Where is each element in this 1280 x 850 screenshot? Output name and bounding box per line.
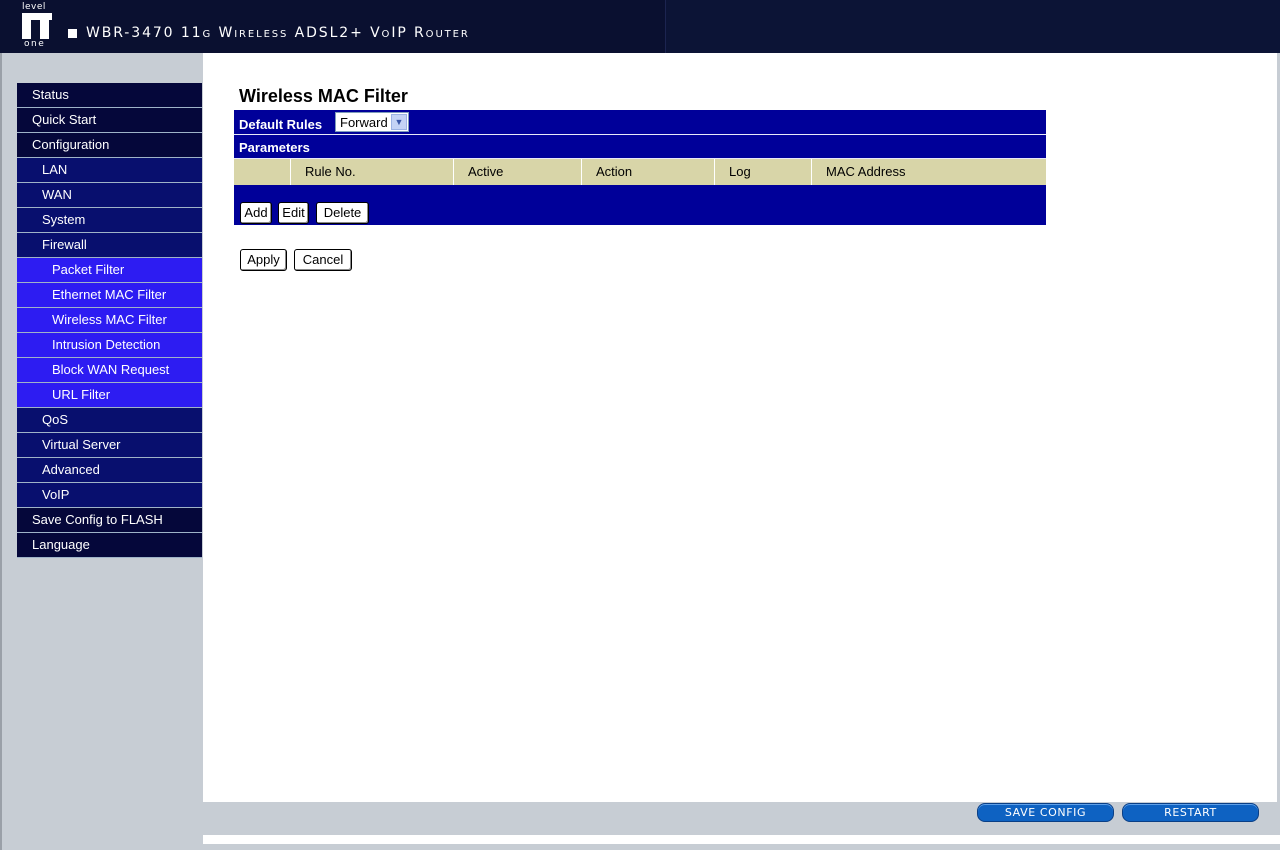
sidebar-item-block-wan-request[interactable]: Block WAN Request — [17, 358, 202, 383]
column-rule-no: Rule No. — [290, 159, 453, 185]
delete-button[interactable]: Delete — [316, 202, 369, 224]
sidebar-item-save-config-to-flash[interactable]: Save Config to FLASH — [17, 508, 202, 533]
divider — [234, 134, 1046, 135]
sidebar-item-packet-filter[interactable]: Packet Filter — [17, 258, 202, 283]
product-title: WBR-3470 11g Wireless ADSL2+ VoIP Router — [86, 25, 470, 41]
mac-filter-panel: Default Rules Forward ▼ Parameters Rule … — [234, 110, 1046, 225]
sidebar-item-lan[interactable]: LAN — [17, 158, 202, 183]
sidebar-item-firewall[interactable]: Firewall — [17, 233, 202, 258]
sidebar-item-system[interactable]: System — [17, 208, 202, 233]
sidebar-item-virtual-server[interactable]: Virtual Server — [17, 433, 202, 458]
column-active: Active — [453, 159, 581, 185]
default-rules-value: Forward — [340, 115, 388, 130]
parameters-label: Parameters — [239, 140, 310, 155]
sidebar-item-language[interactable]: Language — [17, 533, 202, 558]
restart-button[interactable]: RESTART — [1122, 803, 1259, 822]
sidebar-item-voip[interactable]: VoIP — [17, 483, 202, 508]
sidebar-item-wireless-mac-filter[interactable]: Wireless MAC Filter — [17, 308, 202, 333]
sidebar-item-quick-start[interactable]: Quick Start — [17, 108, 202, 133]
sidebar-item-status[interactable]: Status — [17, 83, 202, 108]
bottom-stripe — [203, 835, 1280, 844]
title-bullet-icon — [68, 29, 77, 38]
logo-mark-icon — [22, 13, 52, 39]
rules-table-header: Rule No. Active Action Log MAC Address — [234, 159, 1046, 185]
default-rules-select[interactable]: Forward ▼ — [335, 112, 409, 132]
column-action: Action — [581, 159, 714, 185]
logo-text-level: level — [22, 2, 46, 12]
column-log: Log — [714, 159, 811, 185]
header-right-panel — [665, 0, 1280, 53]
apply-button[interactable]: Apply — [240, 249, 287, 271]
page-title: Wireless MAC Filter — [239, 86, 408, 106]
logo-text-one: one — [24, 39, 46, 49]
bottom-frame — [203, 802, 1280, 850]
cancel-button[interactable]: Cancel — [294, 249, 352, 271]
edit-button[interactable]: Edit — [278, 202, 309, 224]
add-button[interactable]: Add — [240, 202, 272, 224]
levelone-logo: level one — [20, 2, 56, 49]
save-config-button[interactable]: SAVE CONFIG — [977, 803, 1114, 822]
sidebar-item-configuration[interactable]: Configuration — [17, 133, 202, 158]
sidebar-item-qos[interactable]: QoS — [17, 408, 202, 433]
header-bar: level one WBR-3470 11g Wireless ADSL2+ V… — [0, 0, 1280, 53]
chevron-down-icon[interactable]: ▼ — [391, 114, 407, 130]
sidebar-item-wan[interactable]: WAN — [17, 183, 202, 208]
sidebar-item-ethernet-mac-filter[interactable]: Ethernet MAC Filter — [17, 283, 202, 308]
sidebar-item-url-filter[interactable]: URL Filter — [17, 383, 202, 408]
sidebar-item-advanced[interactable]: Advanced — [17, 458, 202, 483]
sidebar-item-intrusion-detection[interactable]: Intrusion Detection — [17, 333, 202, 358]
sidebar-menu: Status Quick Start Configuration LAN WAN Syst… — [17, 83, 202, 558]
default-rules-label: Default Rules — [239, 117, 323, 132]
column-mac-address: MAC Address — [811, 159, 1046, 185]
